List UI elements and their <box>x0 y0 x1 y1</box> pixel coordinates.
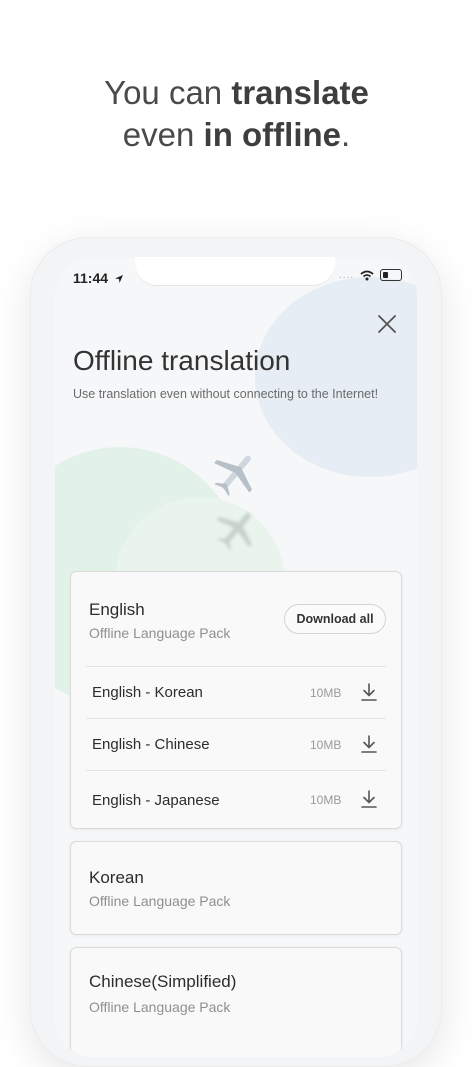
pack-name: English - Japanese <box>92 792 220 809</box>
pack-size: 10MB <box>310 738 342 752</box>
card-language-name: Chinese(Simplified) <box>89 972 237 991</box>
language-card-chinese[interactable]: Chinese(Simplified) Offline Language Pac… <box>70 947 402 1057</box>
card-language-sub: Offline Language Pack <box>89 999 231 1015</box>
download-icon[interactable] <box>360 734 378 754</box>
phone-notch <box>135 257 335 285</box>
pack-name: English - Chinese <box>92 736 210 753</box>
location-arrow-icon <box>114 275 123 283</box>
status-bar-indicators: .... <box>339 269 403 281</box>
page-subtitle: Use translation even without connecting … <box>73 387 379 401</box>
card-language-sub: Offline Language Pack <box>89 625 231 641</box>
pack-name: English - Korean <box>92 684 203 701</box>
headline-line-2: even in offline. <box>122 116 351 153</box>
close-icon[interactable] <box>375 312 399 336</box>
card-language-name: Korean <box>89 868 144 887</box>
download-icon[interactable] <box>360 682 378 702</box>
signal-icon: .... <box>339 269 355 281</box>
airplane-shadow-icon <box>216 513 252 551</box>
language-card-korean[interactable]: Korean Offline Language Pack <box>70 841 402 935</box>
status-bar-time: 11:44 <box>73 270 124 286</box>
battery-icon <box>380 269 403 281</box>
download-all-button[interactable]: Download all <box>284 604 386 634</box>
wifi-icon <box>360 270 374 280</box>
pack-size: 10MB <box>310 793 342 807</box>
pack-size: 10MB <box>310 686 342 700</box>
background-blob-blue <box>255 277 417 477</box>
marketing-headline: You can translate even in offline. <box>0 72 473 156</box>
pack-row-english-korean[interactable]: English - Korean 10MB <box>86 666 386 719</box>
language-card-english: English Offline Language Pack Download a… <box>70 571 402 829</box>
pack-row-english-chinese[interactable]: English - Chinese 10MB <box>86 718 386 771</box>
card-language-name: English <box>89 600 145 619</box>
card-language-sub: Offline Language Pack <box>89 893 231 909</box>
pack-row-english-japanese[interactable]: English - Japanese 10MB <box>86 770 386 827</box>
airplane-icon <box>214 455 252 496</box>
download-icon[interactable] <box>360 789 378 809</box>
headline-line-1: You can translate <box>104 74 369 111</box>
page-title: Offline translation <box>73 345 291 376</box>
app-screen: 11:44 .... Offline translation Use trans… <box>55 257 417 1057</box>
